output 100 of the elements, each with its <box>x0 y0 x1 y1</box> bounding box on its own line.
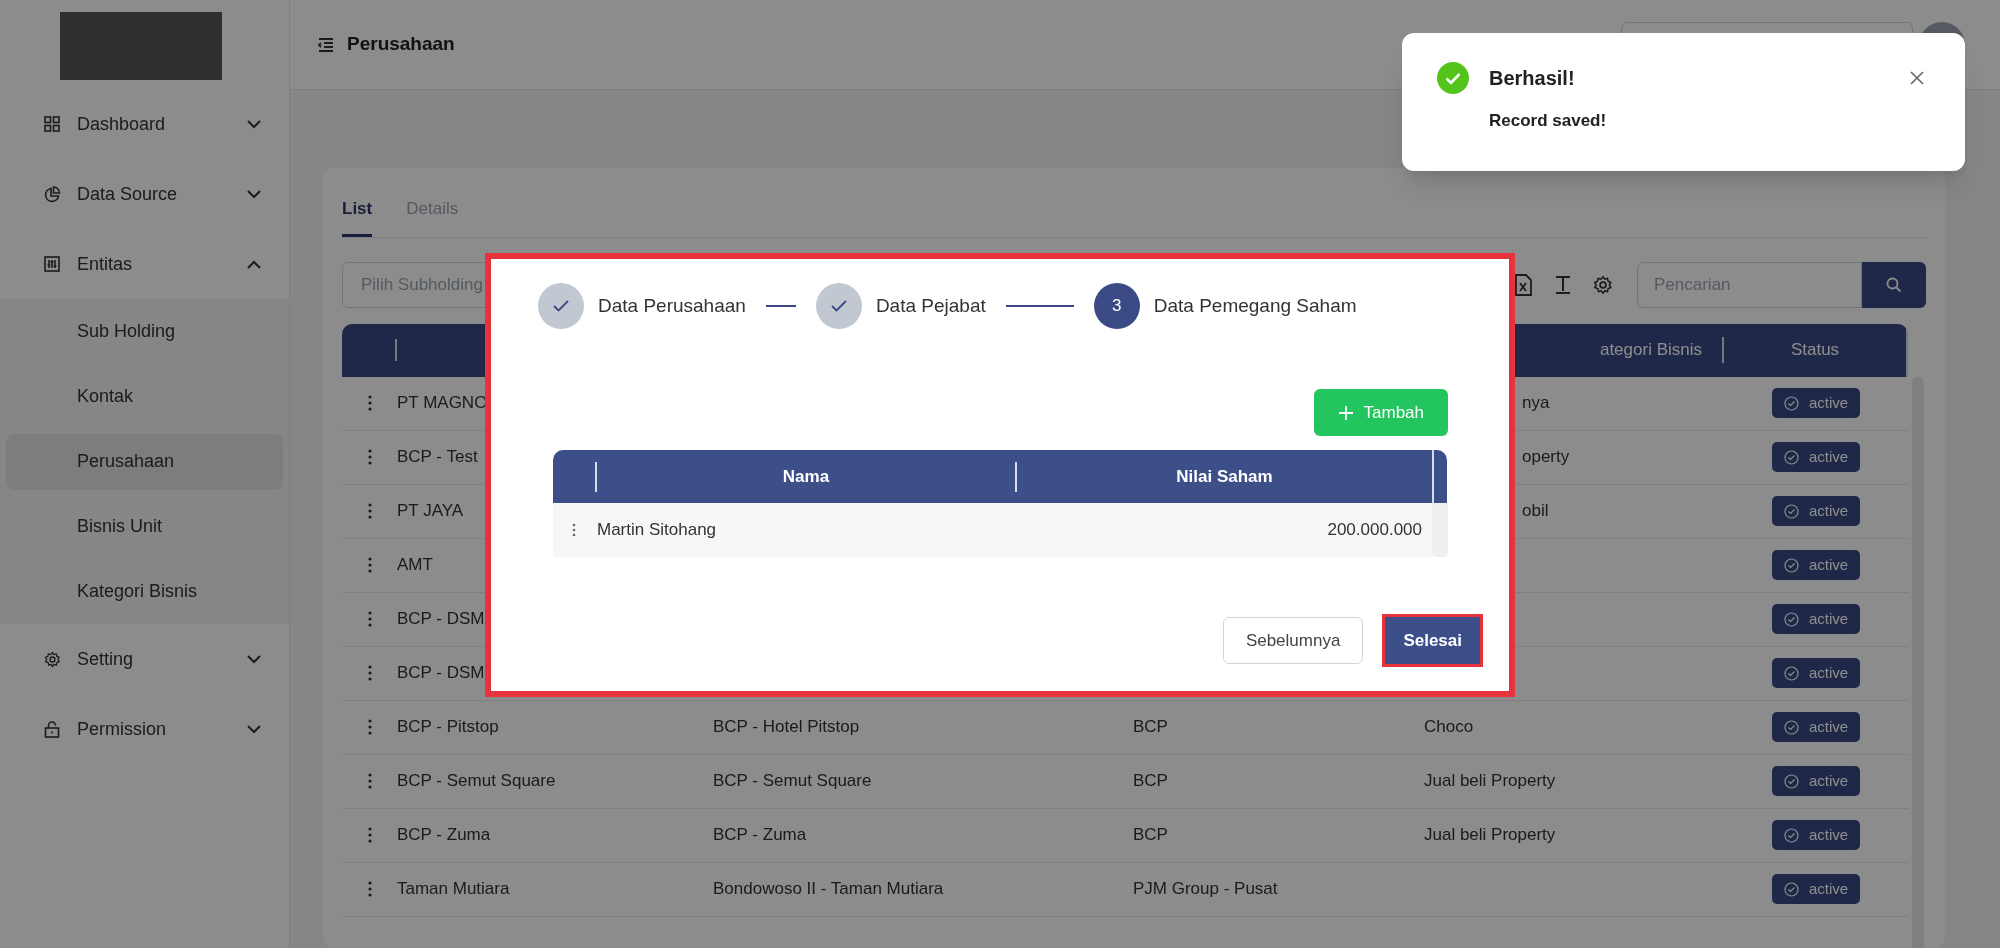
status-badge: active <box>1771 712 1861 742</box>
grid-icon <box>44 116 60 132</box>
table-cell: BCP - Pitstop <box>397 717 499 737</box>
table-cell: PT MAGNO <box>397 393 488 413</box>
check-icon <box>830 300 847 312</box>
sidebar-subitem[interactable]: Kontak <box>6 368 283 425</box>
table-cell: BCP - Zuma <box>397 825 491 845</box>
check-circle-icon <box>1783 773 1799 789</box>
status-badge: active <box>1771 820 1861 850</box>
check-circle-icon <box>1783 827 1799 843</box>
settings-icon <box>43 650 61 668</box>
column-header: Status <box>1790 339 1840 362</box>
more-icon[interactable] <box>367 611 372 627</box>
column-header: ategori Bisnis <box>1599 339 1702 362</box>
scrollbar[interactable] <box>1432 503 1448 557</box>
column-header: Nilai Saham <box>1176 465 1273 488</box>
table-cell: Jual beli Property <box>1424 825 1556 845</box>
sidebar-subitem[interactable]: Sub Holding <box>6 303 283 360</box>
previous-button[interactable]: Sebelumnya <box>1222 617 1364 664</box>
table-cell: BCP - Semut Square <box>713 771 872 791</box>
table-cell: BCP - DSM <box>397 663 485 683</box>
table-cell: operty <box>1522 447 1570 467</box>
sliders-icon <box>44 256 60 272</box>
sidebar-item[interactable]: Permission <box>0 694 289 764</box>
sidebar-item[interactable]: Data Source <box>0 159 289 229</box>
sidebar-item[interactable]: Entitas <box>0 229 289 299</box>
more-icon[interactable] <box>367 395 372 411</box>
chevron-up-icon <box>247 259 261 269</box>
table-cell: obil <box>1522 501 1549 521</box>
step-number: 3 <box>1093 283 1140 329</box>
text-height-icon[interactable] <box>1553 274 1573 295</box>
success-icon <box>1437 62 1469 94</box>
page-title: Perusahaan <box>347 32 455 57</box>
status-badge: active <box>1771 496 1861 526</box>
lock-icon <box>44 720 60 738</box>
status-badge: active <box>1771 766 1861 796</box>
check-circle-icon <box>1783 881 1799 897</box>
chevron-down-icon <box>247 654 261 664</box>
table-cell-text: 200.000.000 <box>1327 519 1422 542</box>
table-cell: PT JAYA <box>397 501 464 521</box>
toast-title: Berhasil! <box>1489 66 1576 91</box>
table-cell: nya <box>1522 393 1550 413</box>
more-icon[interactable] <box>367 719 372 735</box>
settings-icon[interactable] <box>1593 274 1613 295</box>
table-cell: Jual beli Property <box>1424 771 1556 791</box>
more-icon[interactable] <box>367 557 372 573</box>
more-icon[interactable] <box>367 773 372 789</box>
search-button[interactable] <box>1862 261 1926 308</box>
toast-message: Record saved! <box>1489 110 1608 132</box>
chevron-down-icon <box>247 119 261 129</box>
table-cell: BCP <box>1133 825 1168 845</box>
step-label: Data Perusahaan <box>598 293 746 318</box>
table-cell: BCP - Hotel Pitstop <box>713 717 860 737</box>
excel-file-icon[interactable] <box>1513 273 1533 296</box>
table-cell: Bondowoso II - Taman Mutiara <box>713 879 944 899</box>
tab[interactable]: List <box>342 196 373 237</box>
status-badge: active <box>1771 388 1861 418</box>
table-cell: BCP <box>1133 771 1168 791</box>
more-icon[interactable] <box>367 503 372 519</box>
table-cell: AMT <box>397 555 433 575</box>
status-badge: active <box>1771 874 1861 904</box>
more-icon[interactable] <box>367 449 372 465</box>
pie-chart-icon <box>43 185 61 203</box>
chevron-down-icon <box>247 189 261 199</box>
plus-icon <box>1337 404 1354 421</box>
more-icon[interactable] <box>572 523 576 537</box>
table-row[interactable]: Martin Sitohang 200.000.000 <box>553 503 1447 557</box>
table-cell: Taman Mutiara <box>397 879 510 899</box>
status-badge: active <box>1771 658 1861 688</box>
check-circle-icon <box>1783 557 1799 573</box>
status-badge: active <box>1771 442 1861 472</box>
check-icon <box>553 300 569 312</box>
more-icon[interactable] <box>367 665 372 681</box>
table-cell: BCP - DSM <box>397 609 485 629</box>
more-icon[interactable] <box>367 881 372 897</box>
sidebar-subitem[interactable]: Bisnis Unit <box>6 498 283 555</box>
sidebar-item[interactable]: Setting <box>0 624 289 694</box>
sidebar-subitem[interactable]: Kategori Bisnis <box>6 563 283 620</box>
table-cell: Martin Sitohang <box>597 520 717 540</box>
table-cell: BCP <box>1133 717 1168 737</box>
sidebar-subitem[interactable]: Perusahaan <box>6 433 283 490</box>
check-circle-icon <box>1783 449 1799 465</box>
table-cell: BCP - Semut Square <box>397 771 556 791</box>
table-cell: PJM Group - Pusat <box>1133 879 1278 899</box>
check-circle-icon <box>1783 665 1799 681</box>
column-header: Nama <box>782 465 830 488</box>
check-circle-icon <box>1783 395 1799 411</box>
step-label: Data Pemegang Saham <box>1153 293 1357 318</box>
check-circle-icon <box>1783 719 1799 735</box>
menu-fold-icon[interactable] <box>317 36 335 53</box>
table-cell: BCP - Test <box>397 447 478 467</box>
sidebar-item[interactable]: Dashboard <box>0 89 289 159</box>
table-cell: Choco <box>1424 717 1474 737</box>
more-icon[interactable] <box>367 827 372 843</box>
search-icon <box>1886 276 1902 293</box>
close-icon[interactable] <box>1909 70 1925 86</box>
chevron-down-icon <box>247 724 261 734</box>
finish-button[interactable]: Selesai <box>1385 617 1480 664</box>
check-circle-icon <box>1783 503 1799 519</box>
status-badge: active <box>1771 550 1861 580</box>
